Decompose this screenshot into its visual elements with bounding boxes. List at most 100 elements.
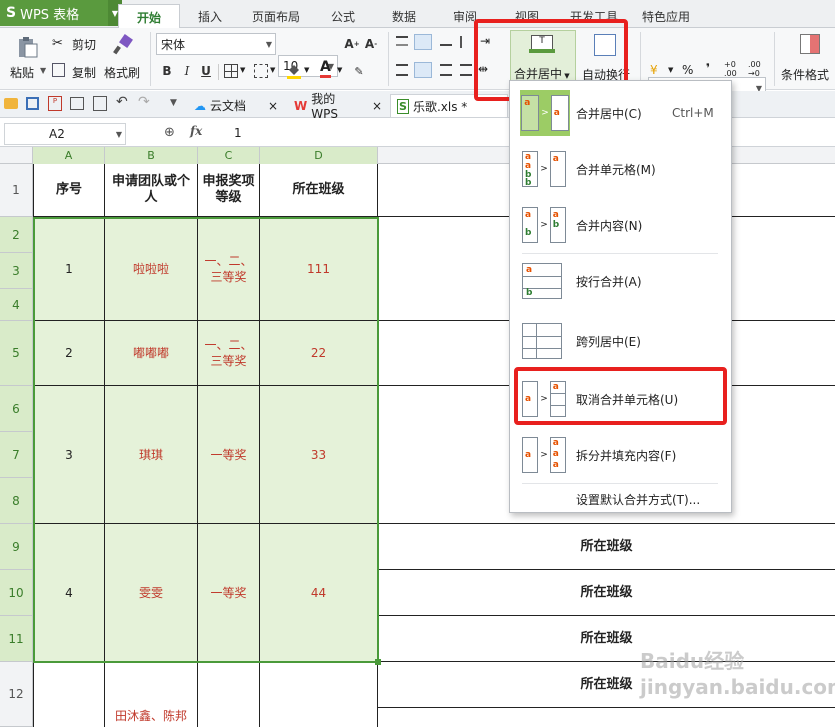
justify-icon[interactable]	[460, 64, 472, 76]
save-icon[interactable]	[26, 97, 39, 110]
close-icon[interactable]: ×	[268, 99, 278, 113]
column-header-c[interactable]: C	[198, 147, 260, 164]
fill-color-dropdown-icon[interactable]: ▼	[304, 66, 309, 74]
percent-button[interactable]: %	[682, 63, 693, 77]
header-cell-no[interactable]: 序号	[33, 164, 105, 217]
merged-cell-team[interactable]: 啦啦啦	[105, 217, 198, 321]
merged-cell-no[interactable]: 3	[33, 386, 105, 524]
tab-data[interactable]: 数据	[378, 4, 430, 28]
row-header-1[interactable]: 1	[0, 164, 33, 217]
align-right-icon[interactable]	[440, 64, 452, 76]
merged-cell-level[interactable]: 一、二、三等奖	[198, 321, 260, 386]
cell-row12-class[interactable]	[260, 662, 378, 727]
align-bottom-icon[interactable]	[440, 36, 452, 46]
decrease-decimal-icon[interactable]: .00 →0	[748, 60, 761, 78]
close-icon[interactable]: ×	[372, 99, 382, 113]
italic-button[interactable]: I	[178, 62, 196, 80]
merge-center-button[interactable]: T 合并居中 ▼	[510, 30, 576, 82]
doc-tab-my-wps[interactable]: W 我的WPS ×	[288, 92, 388, 121]
merged-cell-team[interactable]: 雯雯	[105, 524, 198, 662]
header-cell-level[interactable]: 申报奖项等级	[198, 164, 260, 217]
insert-function-button[interactable]: fx	[190, 124, 202, 138]
column-header-b[interactable]: B	[105, 147, 198, 164]
copy-icon[interactable]	[52, 63, 65, 77]
menu-item-merge-across[interactable]: ab 按行合并(A)	[510, 253, 731, 309]
indent-icon[interactable]: ⇥	[480, 34, 490, 48]
paste-dropdown-icon[interactable]: ▼	[40, 66, 46, 75]
zoom-search-icon[interactable]: ⊕	[164, 125, 175, 140]
font-color-dropdown-icon[interactable]: ▼	[337, 66, 342, 74]
row-header-7[interactable]: 7	[0, 432, 33, 478]
tab-view[interactable]: 视图	[500, 4, 554, 28]
currency-dropdown-icon[interactable]: ▼	[668, 66, 673, 74]
cell-row12-team[interactable]: 田沐鑫、陈邦	[105, 662, 198, 727]
paste-icon[interactable]	[14, 34, 40, 60]
copy-button[interactable]: 复制	[72, 64, 96, 81]
print-icon[interactable]	[70, 97, 84, 110]
menu-item-unmerge-cells[interactable]: a > a 取消合并单元格(U)	[510, 371, 731, 427]
row-header-6[interactable]: 6	[0, 386, 33, 432]
row-header-10[interactable]: 10	[0, 570, 33, 616]
tab-page-layout[interactable]: 页面布局	[242, 4, 310, 28]
format-painter-icon[interactable]	[112, 34, 134, 56]
tab-review[interactable]: 审阅	[438, 4, 492, 28]
row-header-3[interactable]: 3	[0, 253, 33, 289]
tab-formulas[interactable]: 公式	[318, 4, 368, 28]
merged-cell-level[interactable]: 一等奖	[198, 524, 260, 662]
align-center-icon[interactable]	[414, 62, 432, 78]
align-middle-icon[interactable]	[414, 34, 432, 50]
doc-tab-cloud[interactable]: ☁ 云文档 ×	[188, 94, 286, 117]
merged-cell-team[interactable]: 琪琪	[105, 386, 198, 524]
tab-insert[interactable]: 插入	[185, 4, 235, 28]
format-painter-button[interactable]: 格式刷	[104, 64, 140, 81]
name-box[interactable]: A2 ▼	[4, 123, 126, 145]
merged-cell-no[interactable]: 1	[33, 217, 105, 321]
open-folder-icon[interactable]	[4, 98, 18, 109]
distribute-icon[interactable]: ⇹	[478, 62, 488, 76]
menu-item-split-fill[interactable]: a > a a a 拆分并填充内容(F)	[510, 427, 731, 483]
merged-cell-no[interactable]: 4	[33, 524, 105, 662]
row-header-11[interactable]: 11	[0, 616, 33, 662]
orientation-icon[interactable]	[460, 36, 474, 48]
cell-right-label[interactable]: 所在班级	[378, 662, 835, 708]
merged-cell-class[interactable]: 33	[260, 386, 378, 524]
merged-cell-level[interactable]: 一等奖	[198, 386, 260, 524]
export-pdf-icon[interactable]: P	[48, 96, 62, 111]
borders-icon[interactable]	[224, 64, 238, 78]
increase-decimal-icon[interactable]: +0.00	[724, 60, 737, 78]
cell-right-label[interactable]: 所在班级	[378, 524, 835, 570]
increase-font-icon[interactable]: A +	[343, 35, 361, 53]
cell-style-dropdown-icon[interactable]: ▼	[270, 66, 275, 74]
comma-button[interactable]: ❜	[706, 61, 710, 75]
cell-right-label[interactable]: 所在班级	[378, 616, 835, 662]
underline-button[interactable]: U	[197, 62, 215, 80]
menu-item-merge-content[interactable]: a b > a b 合并内容(N)	[510, 197, 731, 253]
formula-input[interactable]: 1	[234, 126, 242, 140]
clear-format-icon[interactable]: ✎	[350, 62, 368, 80]
row-header-2[interactable]: 2	[0, 217, 33, 253]
menu-item-default-merge-setting[interactable]: 设置默认合并方式(T)...	[576, 491, 700, 508]
cell-row12-level[interactable]	[198, 662, 260, 727]
wrap-text-icon[interactable]	[594, 34, 616, 56]
fill-color-icon[interactable]	[286, 62, 302, 79]
currency-icon[interactable]: ¥	[650, 63, 658, 77]
decrease-font-icon[interactable]: A-	[362, 35, 380, 53]
row-header-5[interactable]: 5	[0, 321, 33, 386]
wps-app-menu-button[interactable]: S WPS 表格	[0, 0, 108, 26]
align-left-icon[interactable]	[396, 64, 408, 76]
tab-special-features[interactable]: 特色应用	[634, 4, 698, 28]
menu-item-merge-cells[interactable]: a a b b > a 合并单元格(M)	[510, 141, 731, 197]
undo-icon[interactable]: ↶	[116, 94, 128, 110]
paste-button[interactable]: 粘贴	[10, 64, 34, 81]
redo-icon[interactable]: ↷	[138, 94, 150, 110]
merged-cell-class[interactable]: 44	[260, 524, 378, 662]
row-header-8[interactable]: 8	[0, 478, 33, 524]
select-all-corner[interactable]	[0, 147, 33, 164]
borders-dropdown-icon[interactable]: ▼	[240, 66, 245, 74]
cell-row12-no[interactable]	[33, 662, 105, 727]
fill-handle[interactable]	[375, 659, 381, 665]
row-header-4[interactable]: 4	[0, 289, 33, 321]
merged-cell-class[interactable]: 22	[260, 321, 378, 386]
menu-item-center-across[interactable]: 跨列居中(E)	[510, 313, 731, 369]
customize-toolbar-icon[interactable]: ▼	[170, 98, 177, 108]
